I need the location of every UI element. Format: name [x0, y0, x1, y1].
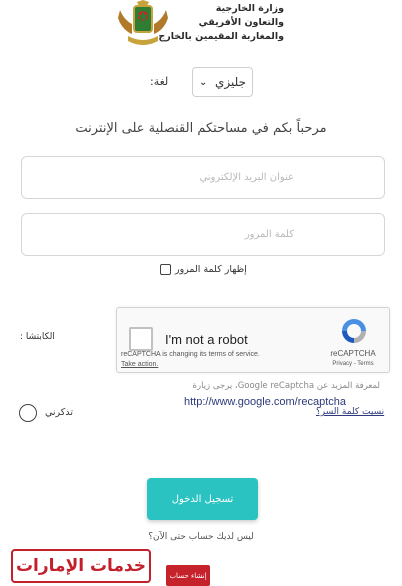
- brand-watermark: خدمات الإمارات: [11, 549, 151, 583]
- recaptcha-logo-icon: [342, 319, 366, 343]
- recaptcha-widget: I'm not a robot reCAPTCHA is changing it…: [116, 307, 390, 373]
- recaptcha-notice: reCAPTCHA is changing its terms of servi…: [121, 350, 260, 370]
- recaptcha-info-text: لمعرفة المزيد عن Google reCaptcha، يرجى …: [192, 381, 380, 391]
- show-password-label: إظهار كلمة المرور: [175, 264, 247, 275]
- recaptcha-checkbox-label: I'm not a robot: [165, 332, 248, 347]
- recaptcha-terms[interactable]: Privacy - Terms: [323, 361, 383, 367]
- captcha-label: الكابتشا :: [20, 332, 55, 342]
- show-password-toggle[interactable]: إظهار كلمة المرور: [160, 264, 247, 275]
- login-button[interactable]: تسجيل الدخول: [147, 478, 258, 520]
- language-select[interactable]: جليزي ⌄: [192, 67, 253, 97]
- recaptcha-take-action-link[interactable]: Take action.: [121, 360, 260, 370]
- recaptcha-checkbox[interactable]: [129, 327, 153, 351]
- language-label: لغة:: [150, 75, 169, 88]
- ministry-line-3: والمغاربة المقيمين بالخارج: [158, 31, 284, 42]
- remember-me-label: تذكرني: [45, 407, 73, 418]
- welcome-heading: مرحباً بكم في مساحتكم القنصلية على الإنت…: [75, 121, 327, 136]
- recaptcha-notice-text: reCAPTCHA is changing its terms of servi…: [121, 351, 260, 358]
- no-account-text: ليس لديك حساب حتى الآن؟: [148, 532, 254, 542]
- ministry-line-1: وزارة الخارجية: [215, 3, 284, 14]
- email-field[interactable]: [21, 156, 385, 199]
- create-account-button[interactable]: إنشاء حساب: [166, 565, 210, 586]
- show-password-checkbox[interactable]: [160, 264, 171, 275]
- password-field[interactable]: [21, 213, 385, 256]
- forgot-password-link[interactable]: نسيت كلمة السر؟: [316, 407, 384, 417]
- chevron-down-icon: ⌄: [199, 76, 208, 88]
- ministry-line-2: والتعاون الأفريقي: [198, 17, 284, 28]
- language-selected: جليزي: [214, 75, 246, 89]
- recaptcha-brand: reCAPTCHA: [330, 349, 376, 358]
- ministry-title: وزارة الخارجية والتعاون الأفريقي والمغار…: [154, 2, 284, 44]
- remember-me-checkbox[interactable]: [19, 404, 37, 422]
